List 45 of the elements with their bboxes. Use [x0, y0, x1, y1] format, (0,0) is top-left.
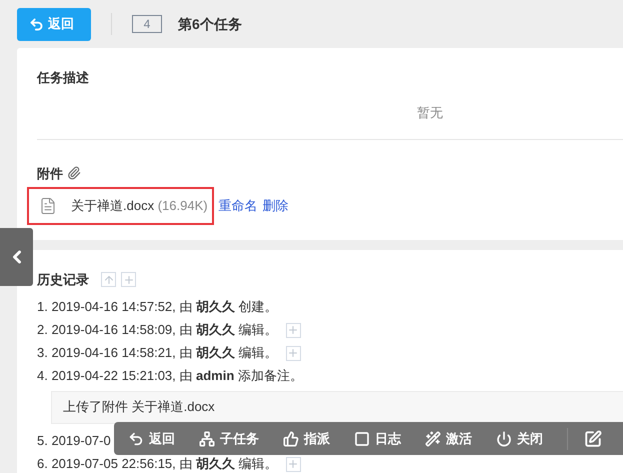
- section-title: 附件: [37, 164, 63, 182]
- sort-button[interactable]: [101, 272, 116, 288]
- task-id: 4: [132, 15, 162, 33]
- section-title: 历史记录: [37, 271, 89, 289]
- plus-icon: [287, 347, 300, 359]
- power-icon: [496, 430, 512, 446]
- attachment-action-link[interactable]: 删除: [262, 196, 289, 216]
- toolbar-button[interactable]: 激活: [425, 428, 472, 448]
- attachment-link[interactable]: 关于禅道.docx (16.94K): [27, 187, 214, 225]
- expand-button[interactable]: [286, 322, 301, 338]
- attachment-action-link[interactable]: 重命名: [218, 196, 258, 216]
- plus-icon: [287, 458, 300, 470]
- toolbar-button[interactable]: 日志: [354, 428, 401, 448]
- history-note: 上传了附件 关于禅道.docx: [51, 390, 623, 424]
- collapse-sidebar-button[interactable]: [0, 228, 33, 286]
- toolbar-button[interactable]: 关闭: [496, 428, 543, 448]
- paperclip-icon: [67, 166, 81, 180]
- wand-icon: [425, 430, 441, 446]
- section-title: 任务描述: [37, 69, 90, 87]
- edit-icon: [584, 430, 602, 448]
- history-entry: 6. 2019-07-05 22:56:15, 由 胡久久 编辑。: [37, 455, 278, 473]
- plus-icon: [122, 274, 134, 286]
- undo-icon: [29, 16, 44, 32]
- history-entry: 4. 2019-04-22 15:21:03, 由 admin 添加备注。: [37, 367, 303, 386]
- history-entry: 1. 2019-04-16 14:57:52, 由 胡久久 创建。: [37, 298, 278, 316]
- thumbs-up-icon: [283, 430, 299, 446]
- expand-button[interactable]: [286, 346, 301, 360]
- expand-all-button[interactable]: [121, 272, 136, 288]
- history-entry: 5. 2019-07-0: [37, 432, 111, 450]
- undo-icon: [128, 430, 144, 446]
- hierarchy-icon: [199, 430, 215, 446]
- edit-button[interactable]: [584, 430, 602, 448]
- square-icon: [354, 430, 370, 446]
- document-icon: [39, 197, 57, 215]
- task-title: 第6个任务: [178, 14, 242, 34]
- toolbar-button[interactable]: 返回: [128, 428, 175, 448]
- toolbar-button[interactable]: 指派: [283, 428, 330, 448]
- history-entry: 3. 2019-04-16 14:58:21, 由 胡久久 编辑。: [37, 344, 278, 362]
- expand-button[interactable]: [286, 456, 301, 472]
- toolbar-button[interactable]: 子任务: [199, 428, 259, 448]
- back-button[interactable]: 返回: [17, 8, 91, 40]
- history-entry: 2. 2019-04-16 14:58:09, 由 胡久久 编辑。: [37, 321, 278, 340]
- empty-text: 暂无: [417, 104, 443, 122]
- plus-icon: [287, 324, 300, 336]
- arrow-up-icon: [102, 274, 114, 286]
